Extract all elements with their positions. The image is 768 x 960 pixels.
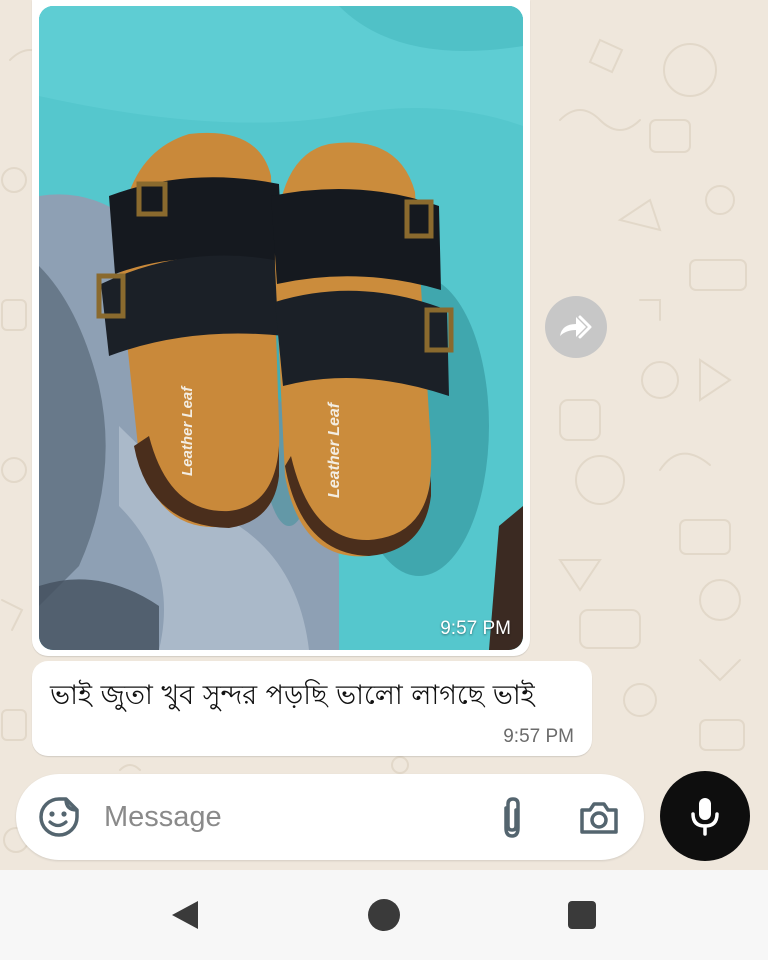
recents-square-icon (568, 901, 596, 929)
forward-button[interactable] (545, 296, 607, 358)
back-button[interactable] (168, 898, 202, 936)
camera-button[interactable] (578, 798, 620, 838)
back-triangle-icon (172, 901, 198, 929)
home-button[interactable] (367, 898, 401, 936)
message-text: ভাই জুতা খুব সুন্দর পড়ছি ভালো লাগছে ভাই (50, 680, 535, 711)
recents-button[interactable] (567, 900, 597, 934)
chat-background: Leather Leaf Leather Leaf 9:57 PM ভাই জু… (0, 0, 768, 870)
microphone-icon (691, 798, 719, 836)
image-message-bubble[interactable]: Leather Leaf Leather Leaf 9:57 PM (32, 0, 530, 656)
text-message-bubble[interactable]: ভাই জুতা খুব সুন্দর পড়ছি ভালো লাগছে ভাই… (32, 661, 592, 756)
left-footbed-print: Leather Leaf (179, 385, 196, 476)
camera-icon (580, 802, 618, 834)
paperclip-icon (504, 797, 520, 838)
home-circle-icon (368, 899, 400, 931)
sandals-photo[interactable]: Leather Leaf Leather Leaf 9:57 PM (39, 6, 523, 650)
voice-record-button[interactable] (660, 771, 750, 861)
image-message-time: 9:57 PM (440, 618, 511, 639)
forward-icon (560, 315, 592, 339)
right-footbed-print: Leather Leaf (326, 401, 343, 498)
sticker-icon (39, 797, 79, 837)
system-navigation-bar (0, 870, 768, 960)
sticker-button[interactable] (38, 796, 80, 838)
text-message-time: 9:57 PM (503, 726, 574, 747)
message-input[interactable] (104, 790, 474, 844)
sandals-photo-illustration: Leather Leaf Leather Leaf (39, 6, 523, 650)
message-composer (16, 774, 644, 860)
attach-button[interactable] (492, 796, 532, 840)
